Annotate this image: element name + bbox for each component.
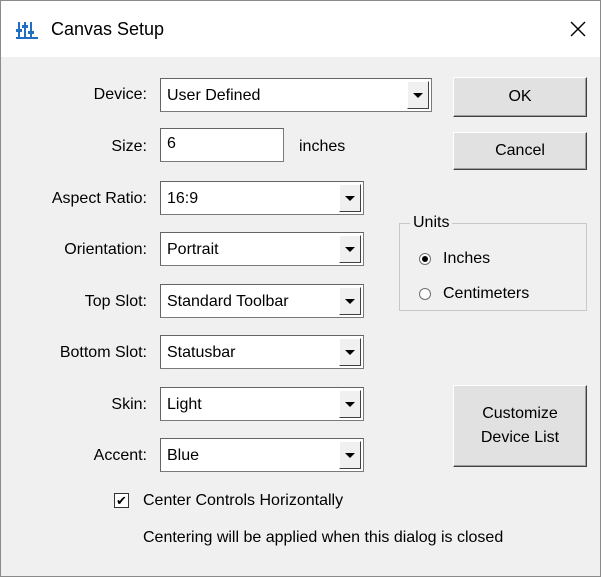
units-option-inches[interactable]: Inches [419,249,490,269]
customize-label-line2: Device List [480,429,560,446]
orientation-dropdown[interactable]: Portrait [160,232,364,266]
center-controls-label[interactable]: Center Controls Horizontally [143,491,343,511]
orientation-label: Orientation: [64,241,147,258]
units-option-centimeters[interactable]: Centimeters [419,284,529,304]
radio-centimeters-label: Centimeters [443,285,530,302]
bottom-slot-dropdown[interactable]: Statusbar [160,335,364,369]
units-group-title: Units [410,213,453,233]
size-label: Size: [111,138,147,155]
dropdown-arrow-icon[interactable] [339,287,361,315]
customize-device-list-button[interactable]: Customize Device List [453,385,587,467]
orientation-value: Portrait [167,241,219,258]
bottom-slot-value: Statusbar [167,344,236,361]
sliders-icon [16,22,38,39]
dropdown-arrow-icon[interactable] [407,81,429,109]
centering-note: Centering will be applied when this dial… [143,529,504,546]
size-input[interactable] [167,135,267,153]
skin-value: Light [167,396,202,413]
radio-inches[interactable] [419,253,431,265]
radio-centimeters[interactable] [419,288,431,300]
accent-dropdown[interactable]: Blue [160,438,364,472]
aspect-ratio-dropdown[interactable]: 16:9 [160,181,364,215]
size-unit-label: inches [299,138,346,155]
aspect-ratio-value: 16:9 [167,190,199,207]
dropdown-arrow-icon[interactable] [339,184,361,212]
window-title: Canvas Setup [51,19,165,39]
dialog-body: Device: User Defined Size: inches Aspect… [1,57,600,576]
ok-button[interactable]: OK [453,77,587,117]
skin-dropdown[interactable]: Light [160,387,364,421]
dropdown-arrow-icon[interactable] [339,338,361,366]
close-icon [570,21,586,37]
dropdown-arrow-icon[interactable] [339,390,361,418]
canvas-setup-dialog: Canvas Setup Device: User Defined Size: … [0,0,601,577]
device-dropdown[interactable]: User Defined [160,78,432,112]
center-controls-checkbox[interactable]: ✔ [114,493,129,508]
top-slot-label: Top Slot: [84,293,147,310]
close-button[interactable] [560,11,596,47]
customize-label-line1: Customize [482,405,558,422]
accent-label: Accent: [93,447,147,464]
skin-label: Skin: [111,396,147,413]
aspect-ratio-label: Aspect Ratio: [51,190,147,207]
top-slot-dropdown[interactable]: Standard Toolbar [160,284,364,318]
accent-value: Blue [167,447,200,464]
device-value: User Defined [167,87,261,104]
title-bar: Canvas Setup [1,1,600,57]
size-field[interactable] [160,128,284,162]
device-label: Device: [93,86,147,103]
radio-inches-label: Inches [443,250,491,267]
dropdown-arrow-icon[interactable] [339,441,361,469]
top-slot-value: Standard Toolbar [167,293,289,310]
cancel-button[interactable]: Cancel [453,132,587,170]
dropdown-arrow-icon[interactable] [339,235,361,263]
bottom-slot-label: Bottom Slot: [59,344,147,361]
